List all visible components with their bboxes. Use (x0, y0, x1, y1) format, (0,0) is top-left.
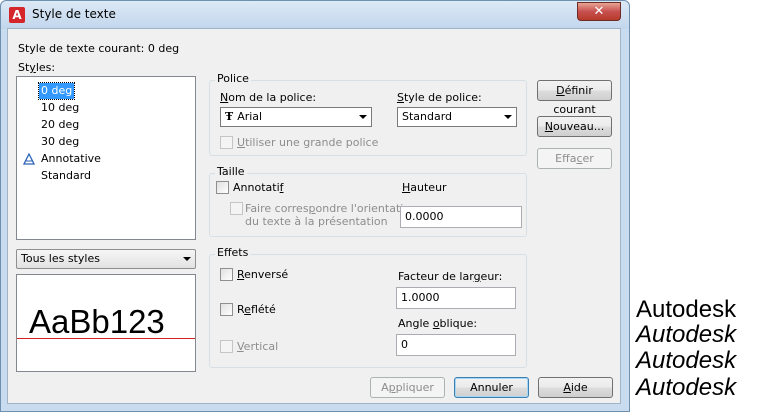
upside-down-checkbox[interactable] (220, 268, 233, 281)
backwards-label: Reflété (237, 303, 276, 316)
font-name-label: Nom de la police: (220, 91, 317, 104)
effets-group-title: Effets (215, 246, 251, 259)
annotative-icon (23, 153, 35, 165)
truetype-font-icon: Ŧ (225, 110, 234, 123)
list-item-annotative[interactable]: Annotative (39, 151, 103, 167)
font-name-value: Arial (237, 110, 263, 123)
styles-label: Styles: (18, 61, 56, 74)
oblique-angle-label: Angle oblique: (398, 317, 478, 330)
delete-button[interactable]: Effacer (537, 148, 612, 169)
sample-text-regular: Autodesk (636, 296, 737, 323)
help-button[interactable]: Aide (538, 377, 613, 398)
set-current-button[interactable]: Définir courant (537, 80, 612, 116)
list-item-10-deg[interactable]: 10 deg (39, 100, 81, 116)
font-style-value: Standard (402, 110, 453, 123)
police-group-title: Police (215, 72, 251, 85)
preview-text: AaBb123 (29, 303, 165, 340)
vertical-checkbox[interactable] (220, 340, 233, 353)
close-button[interactable]: ✕ (577, 2, 621, 21)
width-factor-input[interactable]: 1.0000 (396, 287, 516, 309)
list-item-standard[interactable]: Standard (39, 168, 93, 184)
list-item-20-deg[interactable]: 20 deg (39, 117, 81, 133)
font-style-label: Style de police: (397, 91, 482, 104)
height-input[interactable]: 0.0000 (400, 206, 522, 228)
chevron-down-icon (359, 115, 367, 119)
annotative-checkbox[interactable] (216, 181, 229, 194)
chevron-down-icon (504, 115, 512, 119)
styles-filter-value: Tous les styles (21, 252, 100, 265)
preview-baseline (17, 338, 195, 339)
list-item-30-deg[interactable]: 30 deg (39, 134, 81, 150)
match-orientation-label-line2: du texte à la présentation (245, 215, 388, 228)
font-style-dropdown[interactable]: Standard (397, 107, 517, 127)
window-title: Style de texte (32, 7, 116, 21)
upside-down-label: Renversé (237, 268, 289, 281)
chevron-down-icon (183, 257, 191, 261)
width-factor-label: Facteur de largeur: (398, 270, 503, 283)
sample-text-italic-3: Autodesk (636, 374, 737, 401)
oblique-angle-input[interactable]: 0 (396, 334, 516, 356)
title-bar[interactable]: A Style de texte ✕ (1, 1, 629, 29)
sample-text-italic-1: Autodesk (636, 321, 737, 348)
styles-list[interactable]: 0 deg 10 deg 20 deg 30 deg Annotative St… (16, 76, 196, 240)
taille-group-title: Taille (215, 165, 247, 178)
font-name-dropdown[interactable]: Ŧ Arial (220, 107, 372, 127)
list-item-0-deg[interactable]: 0 deg (37, 82, 76, 100)
big-font-label: Utiliser une grande police (237, 136, 379, 149)
match-orientation-label: Faire correspondre l'orientation (245, 202, 418, 215)
styles-filter-dropdown[interactable]: Tous les styles (16, 249, 196, 269)
new-button[interactable]: Nouveau... (537, 116, 612, 137)
vertical-label: Vertical (237, 340, 279, 353)
current-style-label: Style de texte courant: 0 deg (18, 42, 180, 55)
annotative-label: Annotatif (233, 181, 284, 194)
close-icon: ✕ (593, 4, 605, 19)
apply-button[interactable]: Appliquer (370, 377, 445, 398)
sample-text-italic-2: Autodesk (636, 347, 737, 374)
autocad-app-icon: A (9, 7, 25, 23)
big-font-checkbox[interactable] (220, 136, 233, 149)
preview-box: AaBb123 (16, 274, 196, 372)
backwards-checkbox[interactable] (220, 303, 233, 316)
cancel-button[interactable]: Annuler (454, 377, 529, 398)
match-orientation-checkbox[interactable] (230, 202, 243, 215)
height-label: Hauteur (402, 181, 447, 194)
